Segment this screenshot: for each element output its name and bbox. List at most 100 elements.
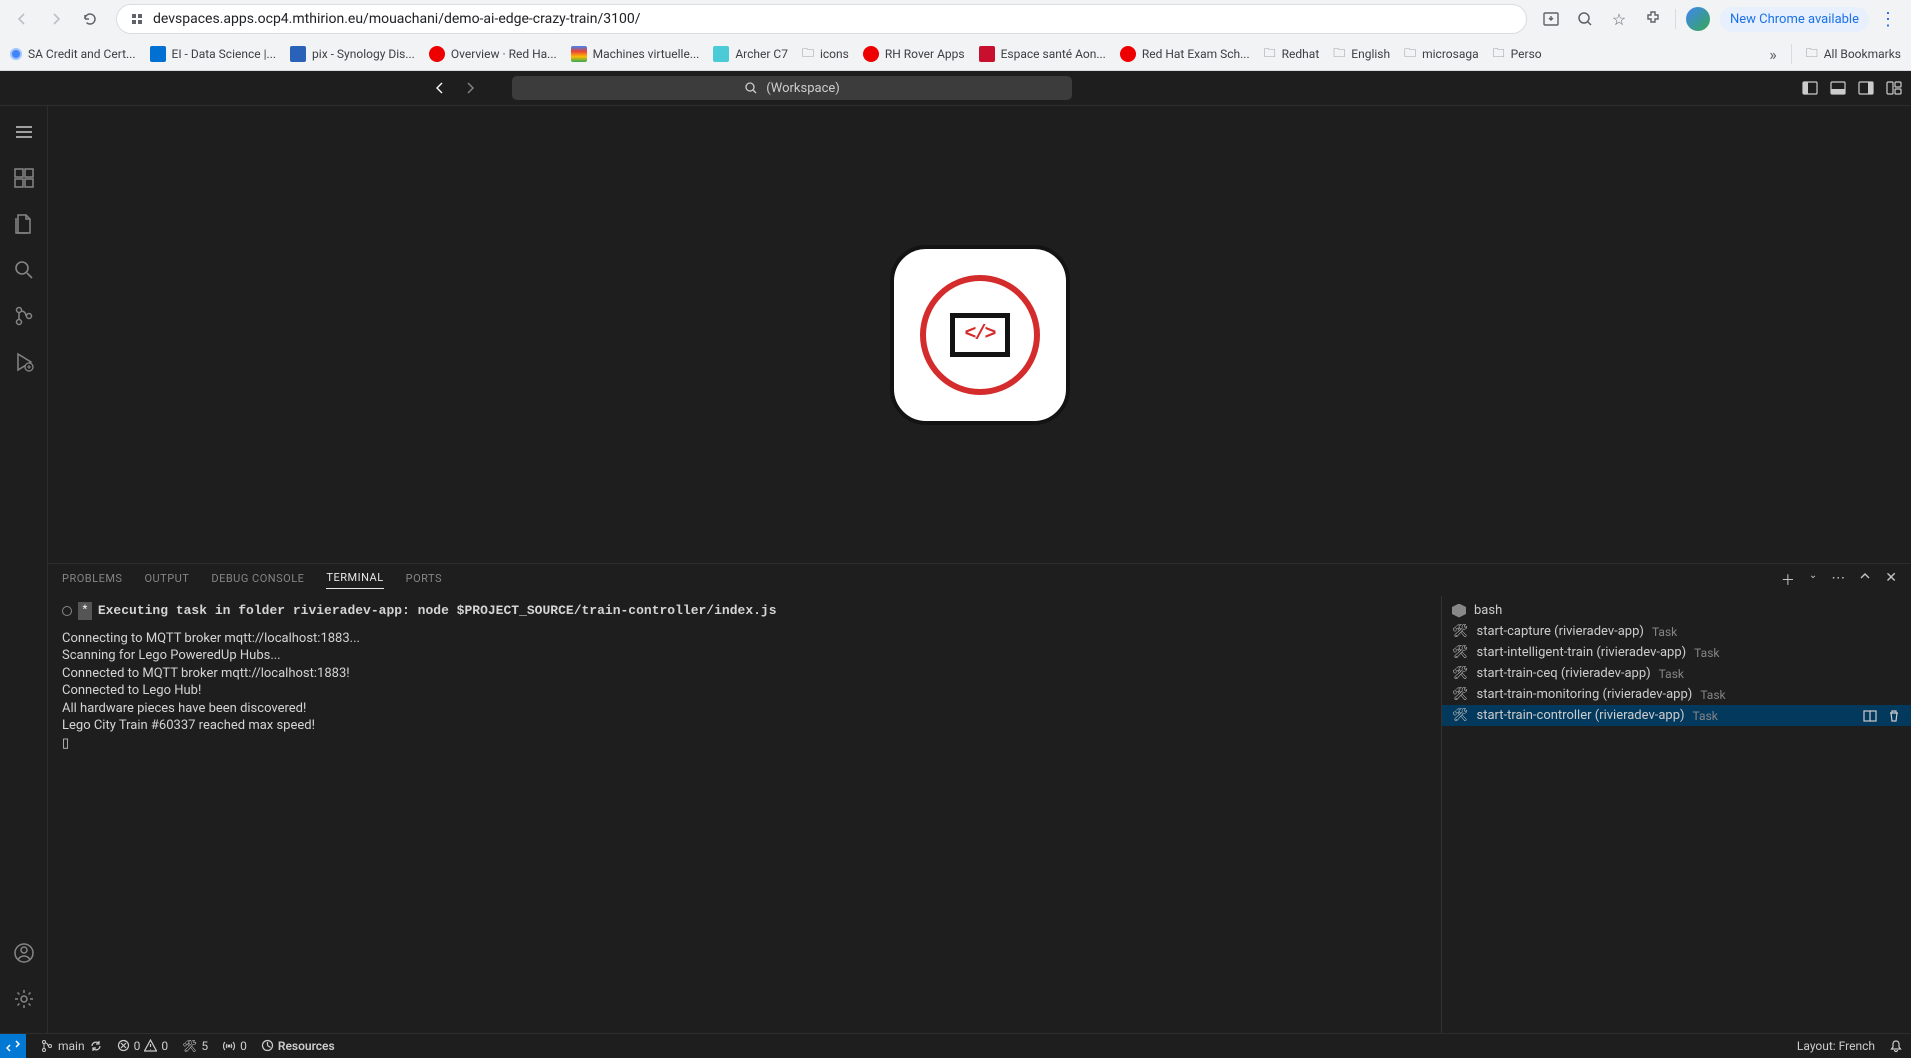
tab-output[interactable]: OUTPUT: [144, 572, 189, 589]
toggle-panel-icon[interactable]: [1829, 79, 1847, 97]
terminal-item-bash[interactable]: bash: [1442, 600, 1911, 621]
extensions-icon[interactable]: [1641, 7, 1665, 31]
bookmark-item[interactable]: Machines virtuelle...: [571, 46, 700, 62]
bookmark-item[interactable]: Red Hat Exam Sch...: [1120, 46, 1250, 62]
folder-icon: 🗀: [802, 44, 814, 65]
notifications-bell-icon[interactable]: [1889, 1039, 1903, 1053]
error-icon: [117, 1039, 130, 1052]
bookmark-folder[interactable]: 🗀 microsaga: [1404, 44, 1479, 65]
bookmark-item[interactable]: Overview · Red Ha...: [429, 46, 557, 62]
terminal-item-task[interactable]: 🛠 start-capture (rivieradev-app) Task: [1442, 621, 1911, 642]
terminal-task-type: Task: [1694, 646, 1719, 660]
bookmark-item[interactable]: EI - Data Science |...: [150, 46, 277, 62]
customize-layout-icon[interactable]: [1885, 79, 1903, 97]
bookmark-item[interactable]: SA Credit and Cert...: [10, 47, 136, 61]
terminal-item-label: start-train-ceq (rivieradev-app): [1477, 666, 1651, 681]
run-debug-icon[interactable]: [10, 348, 38, 376]
folder-icon: 🗀: [1404, 44, 1416, 65]
sync-icon[interactable]: [89, 1039, 103, 1053]
tools-icon: 🛠: [1452, 687, 1469, 702]
remote-indicator[interactable]: [0, 1034, 26, 1058]
tab-ports[interactable]: PORTS: [406, 572, 442, 589]
url-bar[interactable]: devspaces.apps.ocp4.mthirion.eu/mouachan…: [116, 4, 1527, 34]
terminal-item-label: start-intelligent-train (rivieradev-app): [1477, 645, 1687, 660]
browser-forward-button[interactable]: [42, 5, 70, 33]
toggle-primary-sidebar-icon[interactable]: [1801, 79, 1819, 97]
site-info-icon[interactable]: [129, 11, 145, 27]
terminal-item-task[interactable]: 🛠 start-intelligent-train (rivieradev-ap…: [1442, 642, 1911, 663]
folder-icon: 🗀: [1493, 44, 1505, 65]
bookmark-label: SA Credit and Cert...: [28, 47, 136, 61]
chrome-menu-icon[interactable]: ⋮: [1879, 9, 1897, 30]
all-bookmarks-button[interactable]: 🗀 All Bookmarks: [1806, 44, 1901, 65]
url-text[interactable]: devspaces.apps.ocp4.mthirion.eu/mouachan…: [153, 11, 1514, 27]
terminal-item-label: start-capture (rivieradev-app): [1477, 624, 1644, 639]
command-center[interactable]: (Workspace): [512, 76, 1072, 100]
bookmark-folder[interactable]: 🗀 icons: [802, 44, 849, 65]
tab-debug-console[interactable]: DEBUG CONSOLE: [211, 572, 304, 589]
resources-status[interactable]: Resources: [261, 1039, 335, 1053]
browser-reload-button[interactable]: [76, 5, 104, 33]
tab-problems[interactable]: PROBLEMS: [62, 572, 122, 589]
ide-body: </> PROBLEMS OUTPUT DEBUG CONSOLE TERMIN…: [0, 106, 1911, 1033]
resources-label: Resources: [278, 1039, 335, 1053]
bookmarks-right: » 🗀 All Bookmarks: [1769, 44, 1901, 65]
explorer-icon[interactable]: [10, 210, 38, 238]
trash-icon[interactable]: [1887, 709, 1901, 723]
search-activity-icon[interactable]: [10, 256, 38, 284]
bookmark-label: EI - Data Science |...: [172, 47, 277, 61]
task-status-icon: [62, 606, 72, 616]
titlebar-back-button[interactable]: [428, 76, 452, 100]
zoom-icon[interactable]: [1573, 7, 1597, 31]
bookmarks-overflow-icon[interactable]: »: [1769, 45, 1777, 64]
split-terminal-icon[interactable]: [1863, 709, 1877, 723]
install-app-icon[interactable]: [1539, 7, 1563, 31]
bookmark-item[interactable]: RH Rover Apps: [863, 46, 965, 62]
bookmark-favicon-icon: [150, 46, 166, 62]
terminal-item-task[interactable]: 🛠 start-train-monitoring (rivieradev-app…: [1442, 684, 1911, 705]
titlebar-layout-icons: [1801, 79, 1903, 97]
star-icon[interactable]: ☆: [1607, 7, 1631, 31]
menu-icon[interactable]: [10, 118, 38, 146]
terminal-output[interactable]: * Executing task in folder rivieradev-ap…: [48, 596, 1441, 1033]
terminal-item-label: bash: [1474, 603, 1502, 618]
bookmark-item[interactable]: Espace santé Aon...: [979, 46, 1106, 62]
more-actions-icon[interactable]: ⋯: [1831, 570, 1845, 590]
maximize-panel-icon[interactable]: [1859, 570, 1871, 590]
extensions-icon[interactable]: [10, 164, 38, 192]
toggle-secondary-sidebar-icon[interactable]: [1857, 79, 1875, 97]
bookmark-folder[interactable]: 🗀 English: [1333, 44, 1390, 65]
terminal-task-header: Executing task in folder rivieradev-app:…: [98, 602, 777, 620]
layout-status[interactable]: Layout: French: [1797, 1039, 1875, 1053]
search-icon: [744, 81, 758, 95]
bookmark-label: Espace santé Aon...: [1001, 47, 1106, 61]
git-branch-status[interactable]: main: [40, 1039, 103, 1053]
ports-count: 5: [201, 1039, 208, 1053]
bookmark-item[interactable]: pix - Synology Dis...: [290, 46, 415, 62]
settings-gear-icon[interactable]: [10, 985, 38, 1013]
folder-icon: 🗀: [1333, 44, 1345, 65]
chrome-update-button[interactable]: New Chrome available: [1720, 7, 1869, 32]
status-bar: main 0 0 🛠 5 0 Resources La: [0, 1033, 1911, 1057]
profile-avatar[interactable]: [1686, 7, 1710, 31]
problems-status[interactable]: 0 0: [117, 1039, 169, 1053]
titlebar-forward-button[interactable]: [458, 76, 482, 100]
bookmark-item[interactable]: Archer C7: [713, 46, 788, 62]
forwarded-ports-status[interactable]: 0: [222, 1039, 247, 1053]
bookmark-favicon-icon: [713, 46, 729, 62]
bookmark-label: icons: [820, 47, 849, 61]
accounts-icon[interactable]: [10, 939, 38, 967]
terminal-dropdown-icon[interactable]: ⌄: [1809, 570, 1817, 590]
tab-terminal[interactable]: TERMINAL: [326, 571, 383, 589]
terminal-item-task-selected[interactable]: 🛠 start-train-controller (rivieradev-app…: [1442, 705, 1911, 726]
source-control-icon[interactable]: [10, 302, 38, 330]
close-panel-icon[interactable]: ✕: [1885, 570, 1897, 590]
bookmark-folder[interactable]: 🗀 Redhat: [1264, 44, 1320, 65]
ports-status[interactable]: 🛠 5: [182, 1039, 208, 1053]
browser-back-button[interactable]: [8, 5, 36, 33]
terminal-item-task[interactable]: 🛠 start-train-ceq (rivieradev-app) Task: [1442, 663, 1911, 684]
divider: [1791, 44, 1792, 64]
ide-window: (Workspace): [0, 71, 1911, 1057]
bookmark-folder[interactable]: 🗀 Perso: [1493, 44, 1542, 65]
new-terminal-icon[interactable]: ＋: [1781, 570, 1795, 590]
